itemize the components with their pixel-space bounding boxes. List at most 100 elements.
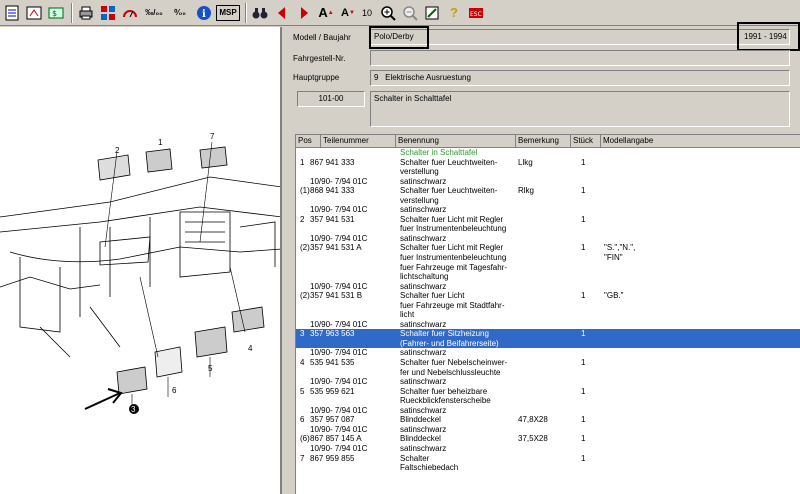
table-row[interactable]: 10/90- 7/94 01C satinschwarz [296,320,800,330]
table-row[interactable]: 10/90- 7/94 01C satinschwarz [296,234,800,244]
cell-qty: 1 [581,186,586,196]
percent-icon[interactable]: ⁰⁄₀₀ [168,3,192,23]
table-row[interactable]: verstellung [296,167,800,177]
cell-part-number: 10/90- 7/94 01C [310,233,368,243]
table-row[interactable]: Rueckblickfensterscheibe [296,396,800,406]
parts-detail-panel: Modell / Baujahr Polo/Derby 1991 - 1994 … [285,22,800,494]
diagram-label-1: 1 [158,138,163,147]
subgroup-field[interactable]: Schalter in Schalttafel [370,91,790,127]
cell-remark: 47,8X28 [518,415,548,425]
currency-icon[interactable]: $ [46,3,66,23]
msp-icon[interactable]: MSP [216,4,240,21]
table-row[interactable]: fuer Instrumentenbeleuchtung "FIN" [296,253,800,263]
cell-part-number: 10/90- 7/94 01C [310,319,368,329]
table-row[interactable]: fer und Nebelschlussleuchte [296,368,800,378]
cell-part-number: 357 963 563 [310,329,355,339]
parts-table[interactable]: Pos Teilenummer Benennung Bemerkung Stüc… [295,134,800,494]
cell-description: Schalter fuer Licht [400,291,465,301]
table-row[interactable]: Faltschiebedach [296,463,800,473]
group-field[interactable]: 9 Elektrische Ausruestung [370,70,790,86]
model-field[interactable]: Polo/Derby [370,29,790,45]
table-row[interactable]: verstellung [296,196,800,206]
table-row[interactable]: Schalter in Schalttafel [296,148,800,158]
cell-description: fuer Fahrzeuge mit Tagesfahr- [400,262,508,272]
subgroup-num-field[interactable]: 101-00 [297,91,365,107]
table-row[interactable]: (Fahrer- und Beifahrerseite) [296,338,800,349]
help-icon[interactable]: ? [444,3,464,23]
table-row[interactable]: (2) 357 941 531 A Schalter fuer Licht mit … [296,243,800,253]
table-row[interactable]: (2) 357 941 531 B Schalter fuer Licht 1 "GB.… [296,291,800,301]
diagram-label-2: 2 [115,146,120,155]
table-row[interactable]: 7 867 959 855 Schalter 1 [296,454,800,464]
cell-description: satinschwarz [400,424,447,434]
table-row[interactable]: 10/90- 7/94 01C satinschwarz [296,425,800,435]
column-header-description[interactable]: Benennung [396,135,516,148]
cell-part-number: 10/90- 7/94 01C [310,205,368,215]
edit-icon[interactable] [422,3,442,23]
cell-pos: (2) [300,291,310,301]
model-label: Modell / Baujahr [293,33,351,42]
table-row[interactable]: licht [296,310,800,320]
table-row[interactable]: fuer Fahrzeuge mit Stadtfahr- [296,301,800,311]
group-num: 9 [374,73,379,82]
table-row[interactable]: 10/90- 7/94 01C satinschwarz [296,348,800,358]
next-arrow-icon[interactable] [294,3,314,23]
chassis-label: Fahrgestell-Nr. [293,54,346,63]
cell-qty: 1 [581,329,586,339]
font-larger-icon[interactable]: A ▲ [316,3,336,23]
table-row[interactable]: 10/90- 7/94 01C satinschwarz [296,177,800,187]
gauge-icon[interactable] [120,3,140,23]
cell-remark: 37,5X28 [518,434,548,444]
cell-description: Schalter [400,453,430,463]
table-row[interactable]: 10/90- 7/94 01C satinschwarz [296,377,800,387]
parts-catalog-icon[interactable] [24,3,44,23]
cell-description: licht [400,310,415,320]
column-header-remark[interactable]: Bemerkung [516,135,571,148]
prev-arrow-icon[interactable] [272,3,292,23]
info-icon[interactable]: i [194,3,214,23]
cell-part-number: 10/90- 7/94 01C [310,443,368,453]
cell-description: satinschwarz [400,443,447,453]
table-row[interactable]: (1) 868 941 333 Schalter fuer Leuchtweiten… [296,186,800,196]
table-row[interactable]: 10/90- 7/94 01C satinschwarz [296,406,800,416]
table-row[interactable]: 10/90- 7/94 01C satinschwarz [296,282,800,292]
column-header-qty[interactable]: Stück [571,135,601,148]
table-row[interactable]: 10/90- 7/94 01C satinschwarz [296,444,800,454]
table-row[interactable]: 4 535 941 535 Schalter fuer Nebelscheinwer… [296,358,800,368]
zoom-in-icon[interactable] [378,3,398,23]
table-row[interactable]: 3 357 963 563 Schalter fuer Sitzheizung 1 [296,329,800,339]
binoculars-icon[interactable] [250,3,270,23]
cell-remark: Llkg [518,157,533,167]
cell-description: Blinddeckel [400,434,441,444]
cell-description: satinschwarz [400,281,447,291]
table-row[interactable]: 10/90- 7/94 01C satinschwarz [296,205,800,215]
cell-qty: 1 [581,243,586,253]
list-view-icon[interactable] [2,3,22,23]
cell-pos: (6) [300,434,310,444]
table-row[interactable]: fuer Instrumentenbeleuchtung [296,224,800,234]
table-row[interactable]: lichtschaltung [296,272,800,282]
table-row[interactable]: 5 535 959 621 Schalter fuer beheizbare 1 [296,387,800,397]
cell-description: Schalter in Schalttafel [400,148,478,157]
cell-qty: 1 [581,291,586,301]
cell-part-number: 357 941 531 [310,214,355,224]
column-header-model[interactable]: Modellangabe [601,135,800,148]
exit-icon[interactable]: ESC [466,3,486,23]
table-row[interactable]: 2 357 941 531 Schalter fuer Licht mit Regl… [296,215,800,225]
table-row[interactable]: 6 357 957 087 Blinddeckel 47,8X28 1 [296,415,800,425]
font-smaller-icon[interactable]: A ▼ [338,3,358,23]
column-header-pos[interactable]: Pos [296,135,321,148]
tiles-icon[interactable] [98,3,118,23]
column-header-part-number[interactable]: Teilenummer [321,135,396,148]
table-row[interactable]: (6) 867 857 145 A Blinddeckel 37,5X28 1 [296,434,800,444]
diagram-label-4: 4 [248,344,253,353]
zoom-out-icon[interactable] [400,3,420,23]
chassis-field[interactable] [370,50,790,66]
cell-part-number: 10/90- 7/94 01C [310,405,368,415]
parts-diagram-panel: 2 1 7 4 5 6 3 [0,27,282,494]
table-row[interactable]: fuer Fahrzeuge mit Tagesfahr- [296,263,800,273]
table-row[interactable]: 1 867 941 333 Schalter fuer Leuchtweiten- L… [296,158,800,168]
print-icon[interactable] [76,3,96,23]
cell-part-number: 535 941 535 [310,358,355,368]
permille-icon[interactable]: ‰/₀₀ [142,3,166,23]
